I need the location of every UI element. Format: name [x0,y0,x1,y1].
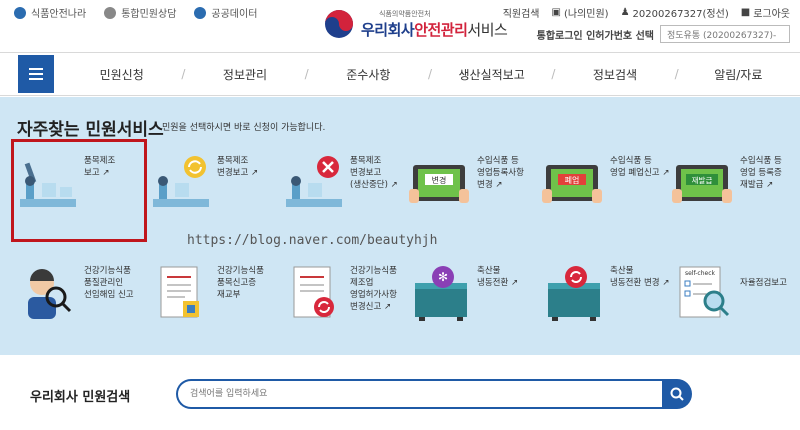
home-icon [14,6,26,19]
nav-item-apply[interactable]: 민원신청 [60,53,183,95]
license-select[interactable]: 정도유통 (20200267327)- [660,25,790,43]
tile-import-registration-change[interactable]: 변경 수입식품 등 영업등록사항 변경 ↗ [405,147,535,227]
tile-livestock-freeze-change[interactable]: 축산물 냉동전환 변경 ↗ [538,257,669,337]
tile-import-closure-report[interactable]: 폐업 수입식품 등 영업 폐업신고 ↗ [538,147,669,227]
self-check-icon: self-check [679,266,730,318]
main-nav: 민원신청 정보관리 준수사항 생산실적보고 정보검색 알림/자료 [0,52,800,96]
person-icon: ♟ [620,7,630,18]
search-icon [670,387,684,401]
search-label: 우리회사 민원검색 [30,390,131,405]
freezer-change-icon [548,266,600,321]
logout-link[interactable]: ■ 로그아웃 [741,5,790,20]
tile-import-certificate-reissue[interactable]: 재발급 수입식품 등 영업 등록증 재발급 ↗ [668,147,798,227]
my-petitions-link[interactable]: ▣ (나의민원) [552,5,609,20]
tile-item-manufacture-change[interactable]: 품목제조 변경보고 ↗ [145,147,275,227]
tablet-change-icon: 변경 [409,165,469,203]
tile-item-manufacture-stop[interactable]: 품목제조 변경보고 (생산중단) ↗ [278,147,408,227]
user-links: 직원검색 ▣ (나의민원) ♟ 20200267327(정선) ■ 로그아웃 [503,5,790,20]
top-bar: 식품안전나라 통합민원상담 공공데이터 식품의약품안전처 우리회사안전관리서비스… [0,0,800,52]
robot-arm-change-icon [153,156,209,207]
food-safety-link[interactable]: 식품안전나라 [14,5,86,20]
svg-text:✻: ✻ [438,270,448,284]
hamburger-menu-button[interactable] [18,55,54,93]
search-button[interactable] [662,379,692,409]
logo-title: 우리회사안전관리서비스 [361,20,508,39]
consult-link[interactable]: 통합민원상담 [104,5,176,20]
svg-text:self-check: self-check [685,270,716,277]
data-icon [194,6,207,19]
robot-arm-stop-icon [286,156,342,207]
tablet-reissue-icon: 재발급 [672,165,732,203]
tablet-close-icon: 폐업 [542,165,602,203]
tile-health-quality-manager[interactable]: 건강기능식품 품질관리인 선임해임 신고 [12,257,142,337]
user-icon: ▣ [551,7,561,18]
search-input[interactable] [176,379,662,409]
nav-item-compliance[interactable]: 준수사항 [305,53,430,95]
license-selector: 통합로그인 인허가번호 선택 정도유통 (20200267327)- [537,25,790,43]
taegeuk-emblem-icon [325,10,353,38]
site-logo[interactable]: 식품의약품안전처 우리회사안전관리서비스 [323,8,508,40]
nav-item-info-manage[interactable]: 정보관리 [181,53,306,95]
lock-icon: ■ [740,7,751,18]
staff-search-link[interactable]: 직원검색 [503,5,540,20]
tile-health-license-change[interactable]: 건강기능식품 제조업 영업허가사항 변경신고 ↗ [278,257,408,337]
svg-text:폐업: 폐업 [565,175,580,185]
tile-livestock-freeze-conversion[interactable]: ✻ 축산물 냉동전환 ↗ [405,257,535,337]
watermark: https://blog.naver.com/beautyhjh [187,233,438,248]
highlight-box [11,139,147,242]
user-id: ♟ 20200267327(정선) [620,7,729,20]
tile-health-certificate-reissue[interactable]: 건강기능식품 품목신고증 재교부 [145,257,275,337]
nav-item-notice[interactable]: 알림/자료 [675,53,800,95]
logo-ministry: 식품의약품안전처 [379,9,431,18]
search-section: 우리회사 민원검색 [0,355,800,430]
favorites-subtitle: 민원을 선택하시면 바로 신청이 가능합니다. [162,123,326,133]
document-icon [160,266,199,318]
tile-self-inspection-report[interactable]: self-check 자율점검보고 [668,257,798,337]
license-label: 통합로그인 인허가번호 선택 [536,30,654,42]
public-data-link[interactable]: 공공데이터 [194,5,257,20]
document-change-icon [293,266,334,318]
freezer-icon: ✻ [415,266,467,321]
utility-links: 식품안전나라 통합민원상담 공공데이터 [14,5,257,20]
svg-text:변경: 변경 [432,175,447,185]
inspector-icon [28,269,72,319]
svg-text:재발급: 재발급 [692,176,713,185]
nav-item-info-search[interactable]: 정보검색 [551,53,676,95]
favorites-title: 자주찾는 민원서비스 [17,120,164,140]
nav-item-production-report[interactable]: 생산실적보고 [428,53,553,95]
consult-icon [104,6,117,19]
